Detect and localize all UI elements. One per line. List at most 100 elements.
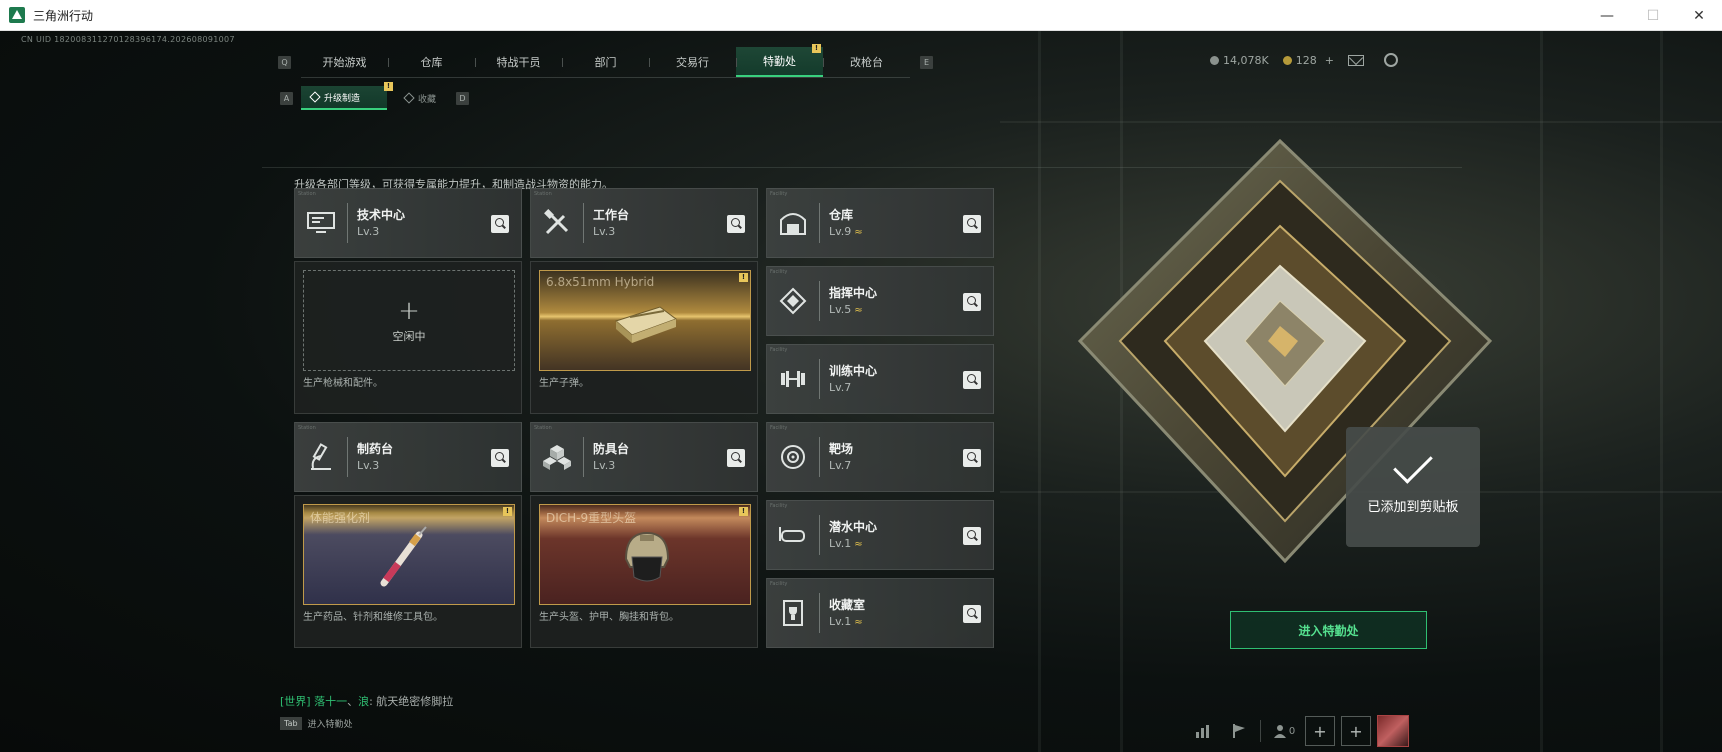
search-icon[interactable]: [727, 215, 745, 233]
idle-label: 空闲中: [392, 329, 426, 343]
mail-icon[interactable]: [1347, 54, 1364, 66]
divider: [819, 515, 820, 555]
station-level: Lv.3: [593, 459, 616, 472]
divider: [583, 437, 584, 477]
production-slot[interactable]: 体能强化剂 !: [303, 504, 515, 605]
divider: [819, 593, 820, 633]
facility-level: Lv.1: [829, 537, 852, 550]
tab-trading[interactable]: 交易行: [649, 47, 736, 77]
friends-icon[interactable]: 0: [1269, 716, 1299, 746]
avatar[interactable]: [1377, 715, 1409, 747]
settings-icon[interactable]: [1383, 53, 1398, 67]
facility-level-row: Lv.5 ≈: [829, 303, 863, 316]
goggles-icon: [776, 517, 810, 553]
command-icon: [776, 283, 810, 319]
tab-collection-label: 收藏: [418, 94, 437, 105]
facility-name: 靶场: [829, 442, 854, 456]
close-button[interactable]: ✕: [1676, 0, 1722, 31]
divider: [583, 203, 584, 243]
enter-special-ops-button[interactable]: 进入特勤处: [1230, 611, 1427, 649]
tab-special-ops[interactable]: 特勤处 !: [736, 43, 823, 77]
search-icon[interactable]: [963, 449, 981, 467]
nav-tabs: 开始游戏 仓库 特战干员 部门 交易行 特勤处 ! 改枪台: [301, 43, 910, 78]
tab-operators[interactable]: 特战干员: [475, 47, 562, 77]
divider: [347, 203, 348, 243]
production-slot[interactable]: DICH-9重型头盔 !: [539, 504, 751, 605]
tab-special-ops-label: 特勤处: [763, 54, 796, 68]
facility-card[interactable]: Facility 靶场 Lv.7: [766, 422, 994, 492]
search-icon[interactable]: [963, 293, 981, 311]
facility-card[interactable]: Facility 指挥中心 Lv.5 ≈: [766, 266, 994, 336]
add-icon: +: [398, 295, 420, 326]
item-name: 体能强化剂: [310, 511, 371, 525]
tab-hint-label: 进入特勤处: [307, 720, 353, 730]
station-caption: 生产头盔、护甲、胸挂和背包。: [539, 612, 679, 623]
station-tech-center[interactable]: Station 技术中心 Lv.3: [294, 188, 522, 258]
facility-name: 收藏室: [829, 598, 866, 612]
search-icon[interactable]: [491, 449, 509, 467]
facility-card[interactable]: Facility 仓库 Lv.9 ≈: [766, 188, 994, 258]
production-slot[interactable]: 6.8x51mm Hybrid !: [539, 270, 751, 371]
search-icon[interactable]: [963, 371, 981, 389]
facility-card[interactable]: Facility 训练中心 Lv.7: [766, 344, 994, 414]
facility-level: Lv.5: [829, 303, 852, 316]
warehouse-icon: [776, 205, 810, 241]
bg-pillar: [1540, 31, 1543, 752]
facility-card[interactable]: Facility 收藏室 Lv.1 ≈: [766, 578, 994, 648]
divider: [819, 281, 820, 321]
station-tag: Station: [534, 191, 552, 197]
facility-card[interactable]: Facility 潜水中心 Lv.1 ≈: [766, 500, 994, 570]
search-icon[interactable]: [963, 605, 981, 623]
station-armor-bench[interactable]: Station 防具台 Lv.3: [530, 422, 758, 492]
stats-icon[interactable]: [1188, 716, 1218, 746]
search-icon[interactable]: [963, 527, 981, 545]
station-name: 工作台: [593, 208, 630, 222]
add-currency-button[interactable]: +: [1325, 54, 1334, 67]
computer-icon: [304, 205, 338, 241]
tab-upgrade-craft[interactable]: 升级制造 !: [301, 82, 393, 110]
gold-coin-icon: [1282, 55, 1292, 65]
chat-line[interactable]: [世界] 落十一、浪: 航天绝密修脚拉: [280, 693, 453, 709]
facility-level-row: Lv.9 ≈: [829, 225, 863, 238]
add-party-slot-button[interactable]: +: [1341, 716, 1371, 746]
tab-start-game[interactable]: 开始游戏: [301, 47, 388, 77]
chat-sender: 落十一: [314, 695, 348, 708]
facility-level: Lv.7: [829, 381, 852, 394]
station-name: 技术中心: [357, 208, 406, 222]
station-pharmacy[interactable]: Station 制药台 Lv.3: [294, 422, 522, 492]
tab-hint[interactable]: Tab 进入特勤处: [280, 717, 353, 730]
search-icon[interactable]: [963, 215, 981, 233]
idle-slot[interactable]: + 空闲中: [303, 270, 515, 371]
divider: [819, 203, 820, 243]
add-party-slot-button[interactable]: +: [1305, 716, 1335, 746]
tools-icon: [540, 205, 574, 241]
flag-icon[interactable]: [1224, 716, 1254, 746]
search-icon[interactable]: [491, 215, 509, 233]
subnav-prev-key[interactable]: A: [280, 91, 293, 105]
nav-prev-key[interactable]: Q: [278, 55, 291, 69]
tech-center-slot-panel: + 空闲中 生产枪械和配件。: [294, 261, 522, 414]
sub-nav: A 升级制造 ! 收藏 D: [280, 82, 470, 110]
item-name: 6.8x51mm Hybrid: [546, 275, 655, 289]
search-icon[interactable]: [727, 449, 745, 467]
divider: [262, 167, 1462, 168]
station-tag: Station: [298, 191, 316, 197]
station-level: Lv.3: [357, 459, 380, 472]
tab-collection[interactable]: 收藏: [395, 86, 446, 110]
facility-tag: Facility: [770, 269, 788, 275]
notification-badge: !: [739, 273, 748, 282]
friend-count: 0: [1288, 725, 1296, 737]
upgrade-available-icon: ≈: [854, 305, 863, 316]
maximize-button[interactable]: ☐: [1630, 0, 1676, 31]
tab-gunsmith[interactable]: 改枪台: [823, 47, 910, 77]
subnav-next-key[interactable]: D: [456, 91, 470, 105]
minimize-button[interactable]: —: [1584, 0, 1630, 31]
station-tag: Station: [298, 425, 316, 431]
station-workbench[interactable]: Station 工作台 Lv.3: [530, 188, 758, 258]
tab-department[interactable]: 部门: [562, 47, 649, 77]
station-caption: 生产药品、针剂和维修工具包。: [303, 612, 443, 623]
facility-level-row: Lv.7: [829, 381, 851, 394]
nav-next-key[interactable]: E: [920, 55, 933, 69]
tab-warehouse[interactable]: 仓库: [388, 47, 475, 77]
gold-amount: 128: [1295, 53, 1317, 67]
